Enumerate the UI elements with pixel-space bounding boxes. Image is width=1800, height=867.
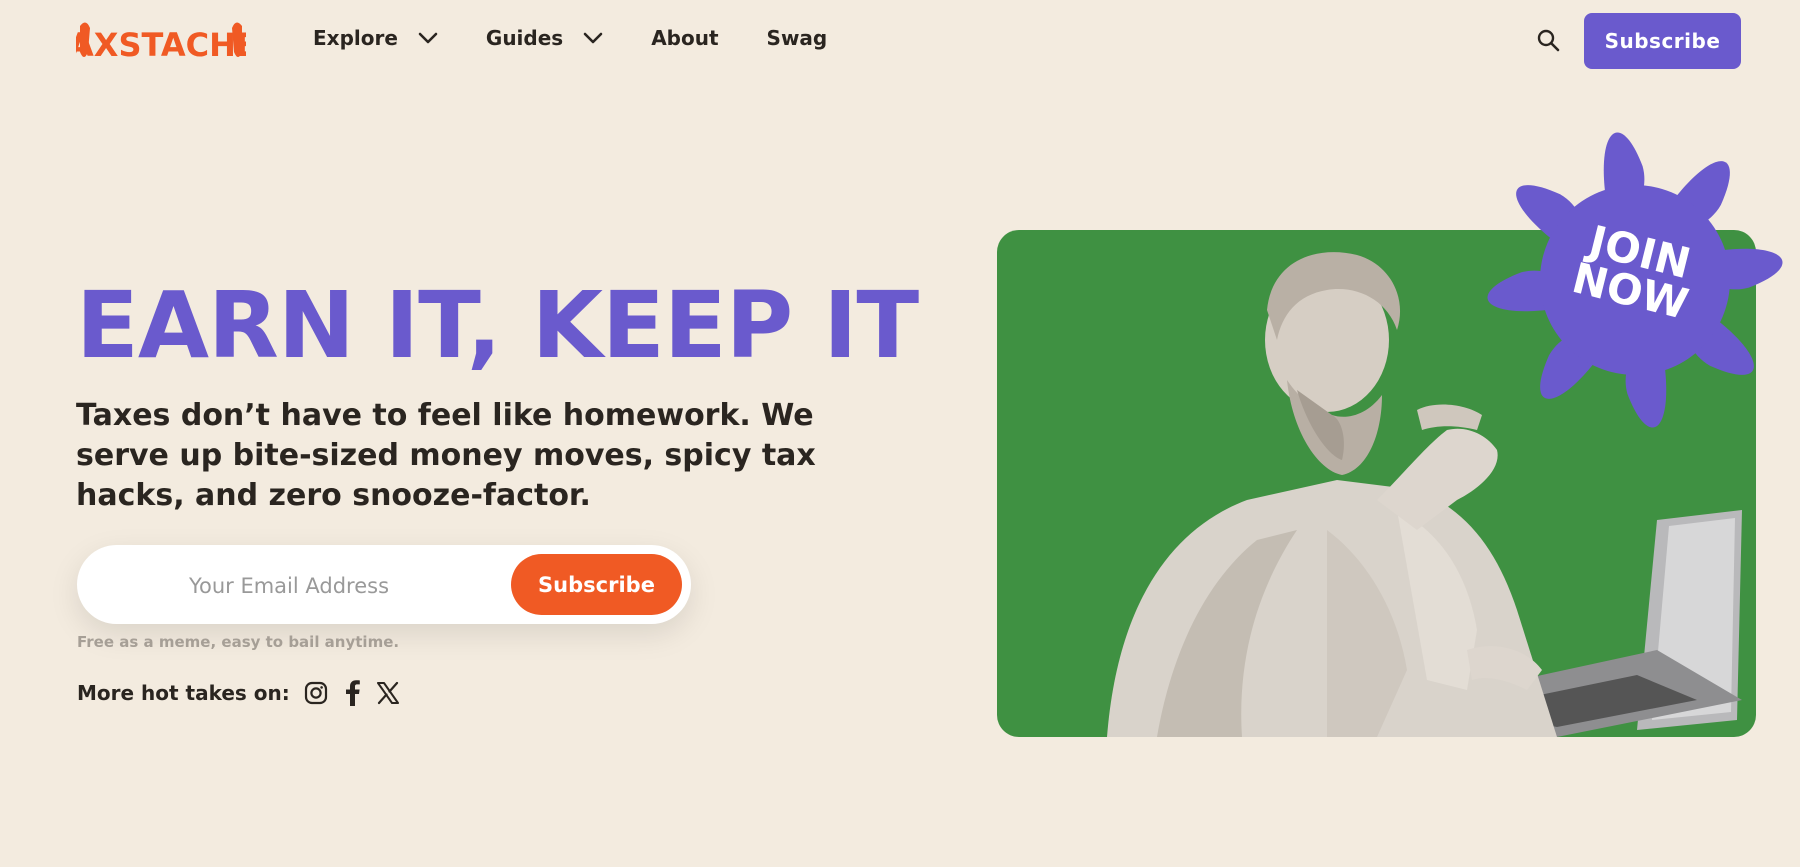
facebook-icon[interactable] <box>338 679 366 707</box>
nav-guides-label: Guides <box>485 26 564 50</box>
x-icon[interactable] <box>374 679 402 707</box>
header-subscribe-button[interactable]: Subscribe <box>1584 13 1741 69</box>
chevron-down-icon <box>583 32 603 44</box>
nav-swag[interactable]: Swag <box>767 26 828 50</box>
email-input[interactable] <box>77 545 501 626</box>
logo-mark: TAXSTACHE! <box>50 22 272 64</box>
search-icon[interactable] <box>1536 28 1560 52</box>
signup-form: Subscribe <box>77 545 691 626</box>
social-links: More hot takes on: <box>77 679 410 707</box>
nav-about[interactable]: About <box>651 26 718 50</box>
instagram-icon[interactable] <box>302 679 330 707</box>
main-nav: Explore Guides About Swag <box>313 26 827 50</box>
logo[interactable]: TAXSTACHE! <box>50 12 272 72</box>
hero-subtitle: Taxes don’t have to feel like homework. … <box>76 398 816 513</box>
fine-print: Free as a meme, easy to bail anytime. <box>77 633 400 651</box>
social-label: More hot takes on: <box>77 681 290 705</box>
logo-text: TAXSTACHE! <box>76 26 246 64</box>
subscribe-button[interactable]: Subscribe <box>511 554 682 615</box>
join-now-badge[interactable] <box>1470 108 1800 453</box>
nav-explore-label: Explore <box>313 26 398 50</box>
nav-explore[interactable]: Explore <box>313 26 438 50</box>
nav-about-label: About <box>651 26 719 50</box>
hero-title: EARN IT, KEEP IT <box>76 272 919 379</box>
chevron-down-icon <box>418 32 438 44</box>
nav-guides[interactable]: Guides <box>486 26 603 50</box>
nav-swag-label: Swag <box>766 26 828 50</box>
